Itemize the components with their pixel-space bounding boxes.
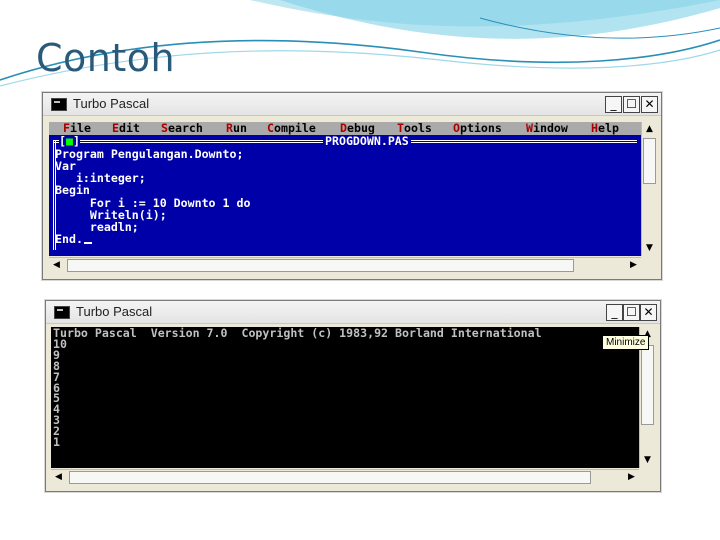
scroll-down-icon[interactable]: ▼	[640, 453, 655, 468]
scroll-left-icon[interactable]: ◀	[49, 258, 64, 273]
menu-run[interactable]: Run	[226, 122, 247, 135]
maximize-button[interactable]: ☐	[623, 96, 640, 113]
editor-close-box[interactable]: [■]	[59, 135, 80, 147]
horizontal-scroll-thumb[interactable]	[67, 259, 574, 272]
close-button[interactable]: ✕	[641, 96, 658, 113]
code-line: Program Pengulangan.Downto;	[55, 147, 244, 161]
horizontal-scroll-thumb[interactable]	[69, 471, 591, 484]
editor-window-title: Turbo Pascal	[73, 96, 150, 111]
output-horizontal-scrollbar[interactable]: ◀ ▶	[51, 469, 639, 485]
scroll-right-icon[interactable]: ▶	[626, 258, 641, 273]
console-screen[interactable]: Turbo Pascal Version 7.0 Copyright (c) 1…	[51, 327, 639, 468]
minimize-button[interactable]: _	[605, 96, 622, 113]
close-button[interactable]: ✕	[640, 304, 657, 321]
scroll-up-icon[interactable]: ▲	[642, 122, 657, 137]
dos-app-icon	[51, 98, 67, 111]
editor-window: Turbo Pascal _ ☐ ✕ File Edit Search Run …	[42, 92, 662, 280]
menu-options[interactable]: Options	[453, 122, 502, 135]
menu-compile[interactable]: Compile	[267, 122, 316, 135]
code-line: Begin	[55, 183, 90, 197]
slide-title: Contoh	[36, 36, 176, 80]
maximize-button[interactable]: ☐	[623, 304, 640, 321]
minimize-button[interactable]: _	[606, 304, 623, 321]
editor-vertical-scrollbar[interactable]: ▲ ▼	[641, 122, 657, 256]
scroll-left-icon[interactable]: ◀	[51, 470, 66, 485]
output-window-title: Turbo Pascal	[76, 304, 153, 319]
console-line: 1	[53, 435, 60, 449]
scroll-right-icon[interactable]: ▶	[624, 470, 639, 485]
output-titlebar[interactable]: Turbo Pascal _ ☐ ✕	[46, 301, 660, 324]
code-line-with-cursor: End.	[55, 233, 92, 245]
vertical-scroll-thumb[interactable]	[641, 345, 654, 425]
menu-edit[interactable]: Edit	[112, 122, 140, 135]
menu-help[interactable]: Help	[591, 122, 619, 135]
editor-filename: PROGDOWN.PAS	[323, 134, 411, 148]
editor-titlebar[interactable]: Turbo Pascal _ ☐ ✕	[43, 93, 661, 116]
vertical-scroll-thumb[interactable]	[643, 138, 656, 184]
output-window: Turbo Pascal _ ☐ ✕ Turbo Pascal Version …	[45, 300, 661, 492]
scroll-down-icon[interactable]: ▼	[642, 241, 657, 256]
editor-horizontal-scrollbar[interactable]: ◀ ▶	[49, 257, 641, 273]
menu-search[interactable]: Search	[161, 122, 203, 135]
text-cursor	[83, 242, 92, 244]
dos-app-icon	[54, 306, 70, 319]
minimize-tooltip: Minimize	[602, 335, 650, 350]
console-line: Turbo Pascal Version 7.0 Copyright (c) 1…	[53, 327, 542, 340]
menu-window[interactable]: Window	[526, 122, 568, 135]
editor-screen[interactable]: File Edit Search Run Compile Debug Tools…	[49, 122, 641, 256]
